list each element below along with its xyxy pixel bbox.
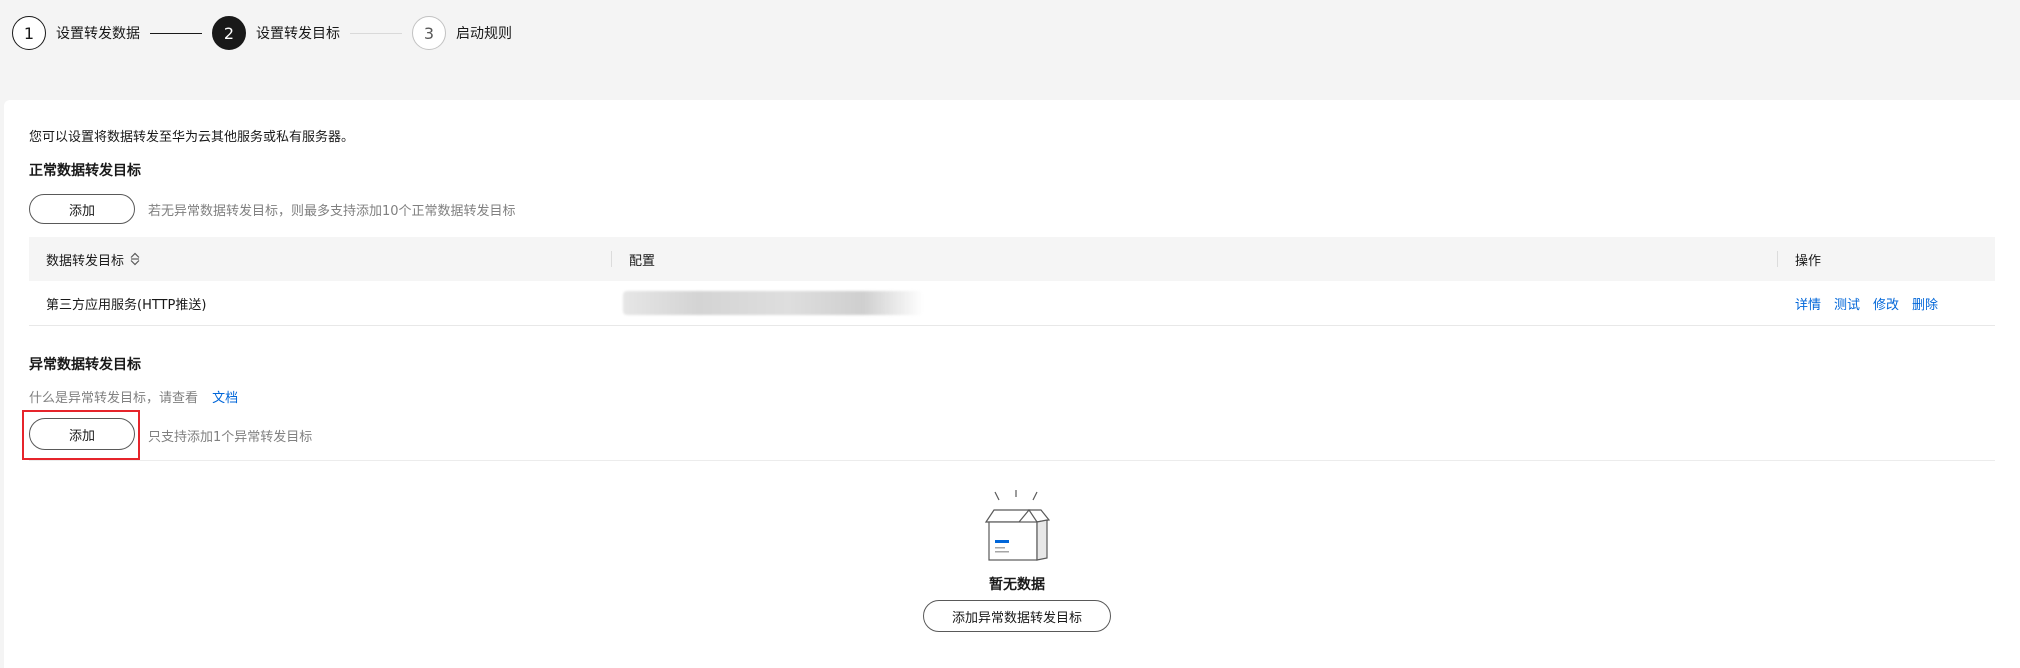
- add-abnormal-target-empty-button[interactable]: 添加异常数据转发目标: [923, 600, 1111, 632]
- empty-box-icon: [984, 490, 1051, 561]
- abnormal-doc-hint: 什么是异常转发目标，请查看 文档: [29, 387, 238, 406]
- step-1-number: 1: [12, 16, 46, 50]
- delete-link[interactable]: 删除: [1912, 294, 1938, 313]
- row-config-redacted: [623, 291, 923, 315]
- step-2: 2 设置转发目标: [212, 16, 340, 50]
- row-actions: 详情 测试 修改 删除: [1795, 281, 1951, 325]
- empty-state: 暂无数据 添加异常数据转发目标: [917, 488, 1117, 632]
- section-divider: [29, 460, 1995, 461]
- table-row: 第三方应用服务(HTTP推送) 详情 测试 修改 删除: [29, 281, 1995, 326]
- step-connector-1: [150, 32, 202, 34]
- doc-link[interactable]: 文档: [212, 391, 238, 406]
- step-2-number: 2: [212, 16, 246, 50]
- add-normal-target-button[interactable]: 添加: [29, 194, 135, 224]
- detail-link[interactable]: 详情: [1795, 294, 1821, 313]
- normal-target-hint: 若无异常数据转发目标，则最多支持添加10个正常数据转发目标: [148, 204, 516, 219]
- row-config: [623, 281, 923, 325]
- column-separator: [611, 251, 612, 267]
- normal-target-title: 正常数据转发目标: [29, 163, 141, 179]
- column-header-actions: 操作: [1795, 253, 1822, 269]
- column-header-config: 配置: [629, 253, 656, 269]
- step-3-number: 3: [412, 16, 446, 50]
- step-1-label: 设置转发数据: [56, 26, 140, 42]
- step-connector-2: [350, 32, 402, 34]
- abnormal-target-title: 异常数据转发目标: [29, 357, 141, 373]
- sort-icon[interactable]: [130, 252, 140, 266]
- test-link[interactable]: 测试: [1834, 294, 1860, 313]
- forward-target-card: 您可以设置将数据转发至华为云其他服务或私有服务器。 正常数据转发目标 添加 若无…: [4, 100, 2020, 668]
- add-abnormal-target-button[interactable]: 添加: [29, 418, 135, 450]
- column-separator: [1777, 251, 1778, 267]
- column-header-target-label: 数据转发目标: [46, 253, 125, 269]
- step-1: 1 设置转发数据: [12, 16, 140, 50]
- step-2-label: 设置转发目标: [256, 26, 340, 42]
- normal-target-table: 数据转发目标 配置 操作 第三方应用服务(HTTP推送) 详情 测试 修改 删除: [29, 237, 1995, 326]
- stepper: 1 设置转发数据 2 设置转发目标 3 启动规则: [12, 14, 512, 52]
- abnormal-target-hint: 只支持添加1个异常转发目标: [148, 430, 313, 445]
- row-target: 第三方应用服务(HTTP推送): [46, 297, 207, 313]
- column-header-target[interactable]: 数据转发目标: [46, 237, 140, 281]
- table-header: 数据转发目标 配置 操作: [29, 237, 1995, 281]
- step-3: 3 启动规则: [412, 16, 512, 50]
- edit-link[interactable]: 修改: [1873, 294, 1899, 313]
- step-3-label: 启动规则: [456, 26, 512, 42]
- abnormal-doc-hint-text: 什么是异常转发目标，请查看: [29, 391, 199, 406]
- page: 1 设置转发数据 2 设置转发目标 3 启动规则 您可以设置将数据转发至华为云其…: [0, 0, 2020, 668]
- empty-text: 暂无数据: [989, 577, 1045, 593]
- intro-text: 您可以设置将数据转发至华为云其他服务或私有服务器。: [29, 130, 355, 145]
